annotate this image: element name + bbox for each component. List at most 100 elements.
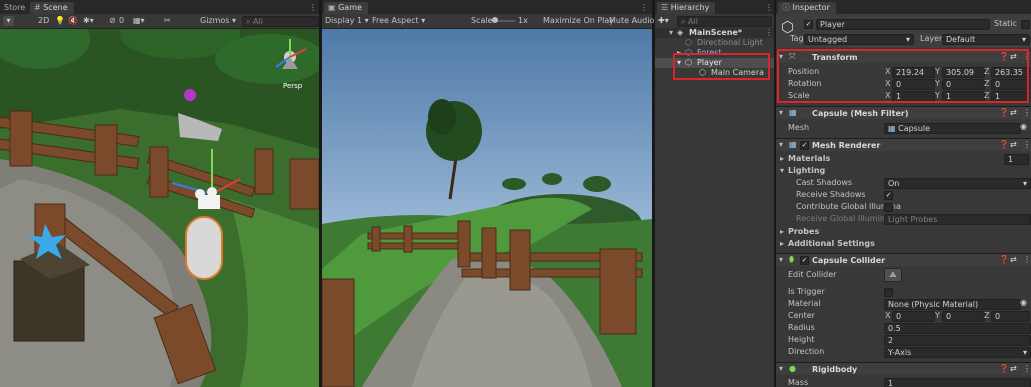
active-checkbox[interactable]: ✓ — [804, 20, 813, 29]
mesh-label: Mesh — [788, 123, 810, 132]
component-menu-icon[interactable]: ⋮ — [1023, 140, 1031, 150]
hierarchy-search-placeholder: All — [688, 17, 698, 26]
edit-collider-label: Edit Collider — [788, 270, 837, 279]
mass-field[interactable]: 1 — [884, 378, 1031, 387]
tab-scene[interactable]: # Scene — [30, 2, 74, 14]
direction-dropdown[interactable]: Y-Axis ▾ — [884, 347, 1031, 358]
capsule-collider-enabled-checkbox[interactable]: ✓ — [800, 256, 809, 265]
capsule-collider-header[interactable]: ▾ ⬮ ✓ Capsule Collider ❓ ⇄ ⋮ — [776, 253, 1031, 266]
aspect-dropdown[interactable]: Free Aspect ▾ — [372, 16, 425, 26]
object-name-field[interactable]: Player — [816, 19, 990, 30]
search-icon: ⌕ — [246, 17, 251, 26]
center-z-field[interactable]: 0 — [991, 311, 1030, 322]
object-header: ⬡ ✓ Player Static Tag Untagged ▾ Layer D… — [776, 14, 1031, 48]
preset-icon[interactable]: ⇄ — [1010, 255, 1017, 265]
help-icon[interactable]: ❓ — [999, 364, 1009, 374]
hierarchy-item-directional-light-label: Directional Light — [697, 38, 763, 47]
center-z-label: Z — [984, 311, 990, 320]
tab-store-label: Store — [4, 3, 26, 12]
additional-settings-label[interactable]: Additional Settings — [788, 239, 875, 249]
hierarchy-search-input[interactable]: ⌕ All — [677, 16, 772, 27]
help-icon[interactable]: ❓ — [999, 255, 1009, 265]
grid-toggle-icon[interactable]: ▦▾ — [133, 16, 145, 26]
layer-dropdown[interactable]: Default ▾ — [942, 34, 1030, 45]
gameobject-icon: ⬡ — [685, 38, 692, 47]
tag-label: Tag — [790, 34, 804, 43]
tab-hierarchy-label: Hierarchy — [670, 3, 710, 12]
preset-icon[interactable]: ⇄ — [1010, 108, 1017, 118]
object-picker-icon[interactable]: ◉ — [1020, 122, 1027, 132]
game-tab-menu-icon[interactable]: ⋮ — [640, 3, 648, 12]
materials-label[interactable]: Materials — [788, 154, 830, 164]
capsule-collider-icon: ⬮ — [789, 255, 795, 264]
help-icon[interactable]: ❓ — [999, 140, 1009, 150]
lighting-label[interactable]: Lighting — [788, 166, 825, 176]
scene-search-placeholder: All — [253, 17, 263, 26]
foldout-arrow-icon[interactable]: ▸ — [780, 227, 784, 237]
help-icon[interactable]: ❓ — [999, 108, 1009, 118]
persp-label[interactable]: Persp — [283, 82, 302, 90]
mesh-renderer-icon: ▦ — [789, 140, 797, 149]
scene-search-input[interactable]: ⌕ All — [242, 16, 319, 27]
mesh-renderer-enabled-checkbox[interactable]: ✓ — [800, 141, 809, 150]
create-dropdown[interactable]: ✚▾ — [658, 16, 669, 26]
contribute-gi-checkbox[interactable] — [884, 203, 893, 212]
scene-menu-icon[interactable]: ⋮ — [765, 28, 773, 38]
scene-viewport[interactable]: Persp — [0, 29, 319, 387]
mesh-field[interactable]: ▦ Capsule — [884, 123, 1021, 134]
maximize-on-play-button[interactable]: Maximize On Play — [543, 16, 614, 26]
center-label: Center — [788, 311, 815, 320]
radius-field[interactable]: 0.5 — [884, 323, 1031, 334]
radius-label: Radius — [788, 323, 815, 332]
preset-icon[interactable]: ⇄ — [1010, 364, 1017, 374]
tag-dropdown[interactable]: Untagged ▾ — [804, 34, 914, 45]
object-picker-icon[interactable]: ◉ — [1020, 298, 1027, 308]
height-field[interactable]: 2 — [884, 335, 1031, 346]
edit-collider-button[interactable]: ⟁ — [884, 268, 902, 282]
hierarchy-menu-icon[interactable]: ⋮ — [765, 3, 773, 12]
material-field[interactable]: None (Physic Material) — [884, 299, 1021, 310]
scene-tab-menu-icon[interactable]: ⋮ — [309, 3, 317, 12]
foldout-arrow-icon[interactable]: ▸ — [780, 239, 784, 249]
component-menu-icon[interactable]: ⋮ — [1023, 255, 1031, 265]
hierarchy-item-scene[interactable]: ▾ ◈ MainScene* ⋮ — [655, 28, 774, 38]
game-viewport[interactable] — [322, 29, 652, 387]
tab-inspector[interactable]: ⓘ Inspector — [778, 2, 836, 14]
probes-label[interactable]: Probes — [788, 227, 819, 237]
tab-hierarchy[interactable]: ☰ Hierarchy — [657, 2, 716, 14]
unity-scene-icon: ◈ — [677, 28, 684, 37]
receive-shadows-checkbox[interactable]: ✓ — [884, 191, 893, 200]
tab-store[interactable]: Store — [0, 2, 32, 14]
cast-shadows-dropdown[interactable]: On ▾ — [884, 178, 1031, 189]
audio-toggle-icon[interactable]: 🔇 — [68, 16, 78, 26]
component-menu-icon[interactable]: ⋮ — [1023, 364, 1031, 374]
visibility-icon[interactable]: ⊘ — [109, 16, 116, 26]
static-checkbox[interactable] — [1021, 20, 1030, 29]
tools-icon[interactable]: ✂ — [164, 16, 171, 26]
component-menu-icon[interactable]: ⋮ — [1023, 108, 1031, 118]
hierarchy-item-directional-light[interactable]: ⬡ Directional Light — [655, 38, 774, 48]
mesh-filter-header[interactable]: ▾ ▦ Capsule (Mesh Filter) ❓ ⇄ ⋮ — [776, 106, 1031, 119]
foldout-arrow-icon[interactable]: ▸ — [780, 154, 784, 164]
mode-2d-button[interactable]: 2D — [38, 16, 49, 26]
preset-icon[interactable]: ⇄ — [1010, 140, 1017, 150]
chevron-down-icon: ▾ — [905, 35, 910, 44]
foldout-arrow-icon[interactable]: ▾ — [780, 166, 784, 176]
tab-game[interactable]: ▣ Game — [324, 2, 368, 14]
lighting-toggle-icon[interactable]: 💡 — [55, 16, 65, 26]
gizmos-dropdown[interactable]: Gizmos ▾ — [200, 16, 236, 26]
center-x-field[interactable]: 0 — [892, 311, 935, 322]
display-dropdown[interactable]: Display 1 ▾ — [325, 16, 369, 26]
inspector-panel: ⓘ Inspector ⬡ ✓ Player Static Tag Untagg… — [776, 0, 1031, 387]
mesh-renderer-header[interactable]: ▾ ▦ ✓ Mesh Renderer ❓ ⇄ ⋮ — [776, 138, 1031, 151]
scale-slider-handle[interactable] — [492, 17, 498, 23]
materials-count-field[interactable]: 1 — [1004, 154, 1029, 165]
effects-dropdown-icon[interactable]: ✱▾ — [83, 16, 94, 26]
is-trigger-checkbox[interactable] — [884, 288, 893, 297]
rigidbody-header[interactable]: ▾ ● Rigidbody ❓ ⇄ ⋮ — [776, 362, 1031, 375]
tab-scene-label: Scene — [43, 3, 68, 12]
chevron-down-icon: ▾ — [1021, 35, 1026, 44]
mute-audio-button[interactable]: Mute Audio — [609, 16, 654, 26]
center-y-field[interactable]: 0 — [942, 311, 985, 322]
draw-mode-button[interactable]: ▾ — [3, 16, 14, 26]
